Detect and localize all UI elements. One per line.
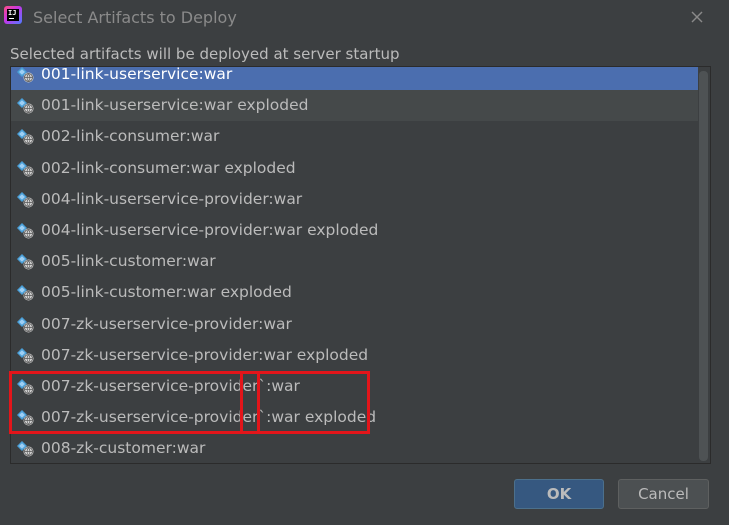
- artifact-row[interactable]: 004-link-userservice-provider:war explod…: [11, 215, 698, 246]
- artifact-icon: [15, 409, 35, 427]
- artifact-icon: [15, 160, 35, 178]
- artifact-row[interactable]: 007-zk-userservice-provider:war: [11, 309, 698, 340]
- scrollbar-thumb[interactable]: [699, 71, 708, 461]
- artifact-icon: [15, 440, 35, 458]
- artifact-label: 002-link-consumer:war: [41, 127, 220, 146]
- artifact-icon: [15, 253, 35, 271]
- artifact-row[interactable]: 001-link-userservice:war exploded: [11, 90, 698, 122]
- artifact-label: 005-link-customer:war: [41, 252, 216, 271]
- scrollbar[interactable]: [699, 71, 708, 461]
- artifact-label: 001-link-userservice:war: [41, 66, 233, 83]
- artifact-icon: [15, 378, 35, 396]
- artifact-label: 007-zk-userservice-provider`:war explode…: [41, 408, 377, 427]
- artifact-row[interactable]: 007-zk-userservice-provider:war exploded: [11, 340, 698, 371]
- artifact-row[interactable]: 007-zk-userservice-provider`:war explode…: [11, 402, 698, 433]
- artifact-icon: [15, 191, 35, 209]
- intellij-logo-icon: IJ: [4, 6, 22, 24]
- artifact-row[interactable]: 002-link-consumer:war exploded: [11, 153, 698, 184]
- artifact-label: 007-zk-userservice-provider:war exploded: [41, 345, 369, 364]
- artifact-label: 007-zk-userservice-provider:war: [41, 314, 292, 333]
- artifact-label: 008-zk-customer:war: [41, 439, 206, 458]
- artifact-icon: [15, 222, 35, 240]
- artifact-row[interactable]: 008-zk-customer:war: [11, 433, 698, 463]
- window-title: Select Artifacts to Deploy: [33, 8, 237, 27]
- artifact-label: 007-zk-userservice-provider`:war: [41, 377, 300, 395]
- artifact-row[interactable]: 001-link-userservice:war: [11, 66, 698, 90]
- artifact-label: 001-link-userservice:war exploded: [41, 96, 309, 115]
- artifact-icon: [15, 284, 35, 302]
- artifact-row[interactable]: 007-zk-userservice-provider`:war: [11, 371, 698, 402]
- artifact-list[interactable]: 008-zk-customer:war 007-zk-userservice-pr…: [10, 66, 711, 464]
- artifact-row[interactable]: 005-link-customer:war: [11, 246, 698, 277]
- close-icon[interactable]: [688, 8, 706, 26]
- artifact-icon: [15, 347, 35, 365]
- artifact-row[interactable]: 004-link-userservice-provider:war: [11, 184, 698, 215]
- artifact-row[interactable]: 005-link-customer:war exploded: [11, 277, 698, 308]
- cancel-button[interactable]: Cancel: [618, 479, 709, 509]
- artifact-icon: [15, 67, 35, 84]
- artifact-icon: [15, 316, 35, 334]
- select-artifacts-dialog: IJ Select Artifacts to Deploy Selected a…: [0, 0, 729, 525]
- artifact-label: 004-link-userservice-provider:war explod…: [41, 221, 379, 239]
- artifact-label: 005-link-customer:war exploded: [41, 283, 292, 302]
- artifact-label: 004-link-userservice-provider:war: [41, 189, 303, 208]
- dialog-description: Selected artifacts will be deployed at s…: [10, 45, 400, 63]
- artifact-row[interactable]: 002-link-consumer:war: [11, 121, 698, 152]
- title-bar: IJ Select Artifacts to Deploy: [0, 0, 729, 36]
- artifact-icon: [15, 97, 35, 115]
- ok-button[interactable]: OK: [514, 479, 604, 509]
- artifact-label: 002-link-consumer:war exploded: [41, 158, 296, 177]
- artifact-icon: [15, 128, 35, 146]
